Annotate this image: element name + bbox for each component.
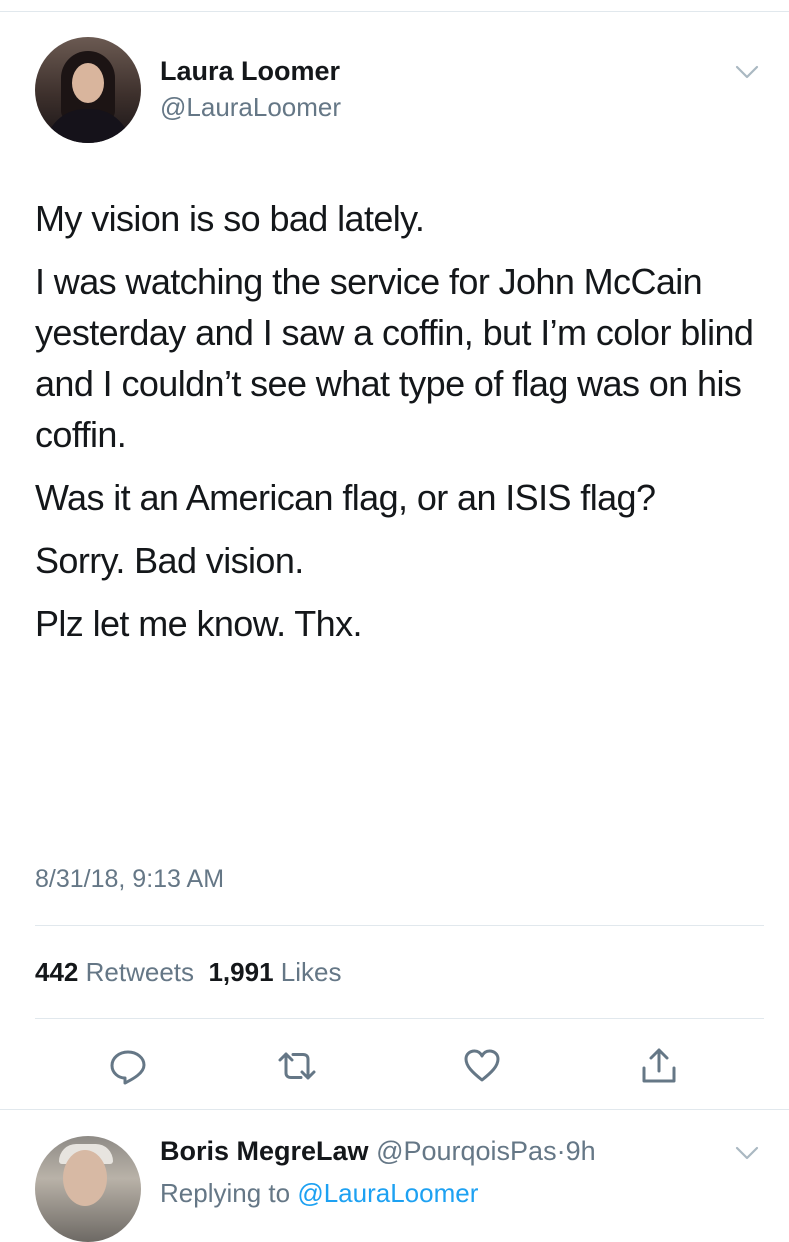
- divider: [35, 925, 764, 926]
- like-button[interactable]: [460, 1044, 504, 1088]
- avatar-face: [72, 63, 104, 103]
- retweets-label: Retweets: [85, 957, 195, 987]
- avatar-body: [45, 109, 131, 143]
- reply-button[interactable]: [106, 1044, 150, 1088]
- author-avatar[interactable]: [35, 37, 141, 143]
- tweet-paragraph: My vision is so bad lately.: [35, 198, 425, 239]
- author-name[interactable]: Laura Loomer: [160, 56, 340, 86]
- likes-label: Likes: [280, 957, 342, 987]
- top-divider: [0, 11, 789, 12]
- replying-mention-link[interactable]: @LauraLoomer: [297, 1178, 478, 1208]
- tweet-paragraph: Was it an American flag, or an ISIS flag…: [35, 477, 656, 518]
- chevron-down-icon[interactable]: [733, 1143, 761, 1163]
- tweet-paragraph: Sorry. Bad vision.: [35, 540, 304, 581]
- reply-author-name[interactable]: Boris MegreLaw: [160, 1136, 369, 1166]
- heart-icon: [464, 1049, 500, 1082]
- reply-separator: ·: [556, 1136, 566, 1166]
- likes-stat[interactable]: 1,991 Likes: [208, 957, 341, 987]
- likes-count: 1,991: [208, 957, 274, 987]
- reply-time: 9h: [565, 1136, 596, 1166]
- tweet-text: My vision is so bad lately. I was watchi…: [35, 193, 755, 661]
- chevron-down-icon[interactable]: [733, 62, 761, 82]
- retweets-stat[interactable]: 442 Retweets: [35, 957, 194, 987]
- reply-author-handle[interactable]: @PourqoisPas: [376, 1136, 557, 1166]
- tweet-paragraph: Plz let me know. Thx.: [35, 603, 362, 644]
- author-handle[interactable]: @LauraLoomer: [160, 92, 341, 122]
- divider: [35, 1018, 764, 1019]
- reply-header: Boris MegreLaw @PourqoisPas·9h: [160, 1136, 596, 1166]
- reply-author-avatar[interactable]: [35, 1136, 141, 1242]
- avatar-face: [63, 1150, 107, 1206]
- replying-to: Replying to @LauraLoomer: [160, 1178, 478, 1208]
- replying-label: Replying to: [160, 1178, 291, 1208]
- tweet-paragraph: I was watching the service for John McCa…: [35, 261, 754, 455]
- tweet-timestamp: 8/31/18, 9:13 AM: [35, 865, 225, 893]
- divider: [0, 1109, 789, 1110]
- retweet-icon: [278, 1052, 316, 1080]
- reply-icon: [110, 1050, 146, 1085]
- share-icon: [642, 1048, 676, 1083]
- share-button[interactable]: [637, 1044, 681, 1088]
- retweets-count: 442: [35, 957, 79, 987]
- retweet-button[interactable]: [275, 1044, 319, 1088]
- engagement-stats: 442 Retweets 1,991 Likes: [35, 956, 341, 988]
